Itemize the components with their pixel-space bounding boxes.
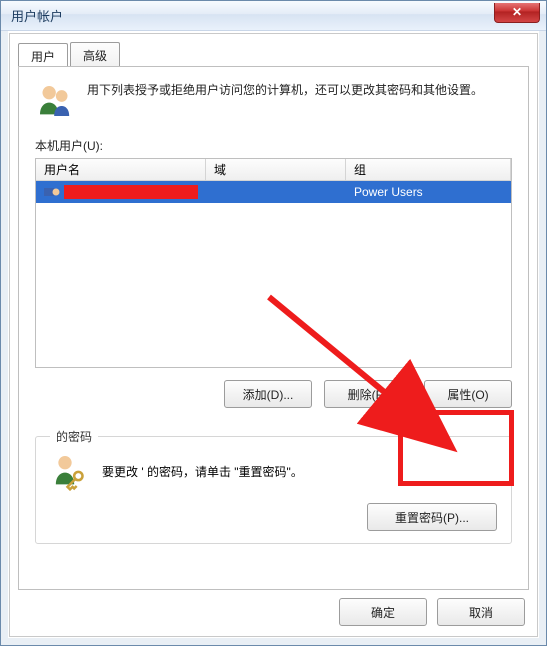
userlist-label: 本机用户(U): [35, 137, 512, 154]
cell-domain [206, 181, 346, 203]
users-icon [35, 81, 75, 121]
userlist-header: 用户名 域 组 [36, 159, 511, 181]
password-text: 要更改 ' 的密码，请单击 "重置密码"。 [102, 463, 303, 480]
cell-username [36, 181, 206, 203]
close-button[interactable]: ✕ [494, 3, 540, 23]
table-row[interactable]: Power Users [36, 181, 511, 203]
close-icon: ✕ [512, 5, 522, 19]
tabstrip: 用户 高级 [18, 42, 122, 69]
cell-group: Power Users [346, 181, 511, 203]
user-row-icon [44, 185, 60, 199]
cancel-button[interactable]: 取消 [437, 598, 525, 626]
client-area: 用户 高级 用下列表授予或拒绝用户访问您的计算机，还可以更改其密码和其他设置。 … [9, 33, 538, 637]
password-group-legend: 的密码 [50, 428, 98, 445]
properties-button[interactable]: 属性(O) [424, 380, 512, 408]
col-domain[interactable]: 域 [206, 159, 346, 180]
remove-button[interactable]: 删除(R) [324, 380, 412, 408]
col-username[interactable]: 用户名 [36, 159, 206, 180]
intro-text: 用下列表授予或拒绝用户访问您的计算机，还可以更改其密码和其他设置。 [87, 81, 483, 121]
userlist[interactable]: 用户名 域 组 Power Users [35, 158, 512, 368]
password-group: 的密码 要更改 ' 的密码，请单击 "重置密码"。 重置密码(P)... [35, 436, 512, 544]
users-panel: 用下列表授予或拒绝用户访问您的计算机，还可以更改其密码和其他设置。 本机用户(U… [18, 66, 529, 590]
window-title: 用户帐户 [11, 6, 63, 25]
add-button[interactable]: 添加(D)... [224, 380, 312, 408]
user-buttons-row: 添加(D)... 删除(R) 属性(O) [35, 380, 512, 408]
redacted-bar [64, 185, 198, 199]
ok-button[interactable]: 确定 [339, 598, 427, 626]
intro-row: 用下列表授予或拒绝用户访问您的计算机，还可以更改其密码和其他设置。 [35, 81, 512, 121]
dialog-buttons: 确定 取消 [339, 598, 525, 626]
user-key-icon [50, 451, 90, 491]
titlebar: 用户帐户 ✕ [1, 1, 546, 31]
tab-advanced[interactable]: 高级 [70, 42, 120, 69]
col-group[interactable]: 组 [346, 159, 511, 180]
reset-password-button[interactable]: 重置密码(P)... [367, 503, 497, 531]
user-accounts-window: 用户帐户 ✕ 用户 高级 用下列表授予或拒绝用户访问您的计算机，还可以更改其密码… [0, 0, 547, 646]
